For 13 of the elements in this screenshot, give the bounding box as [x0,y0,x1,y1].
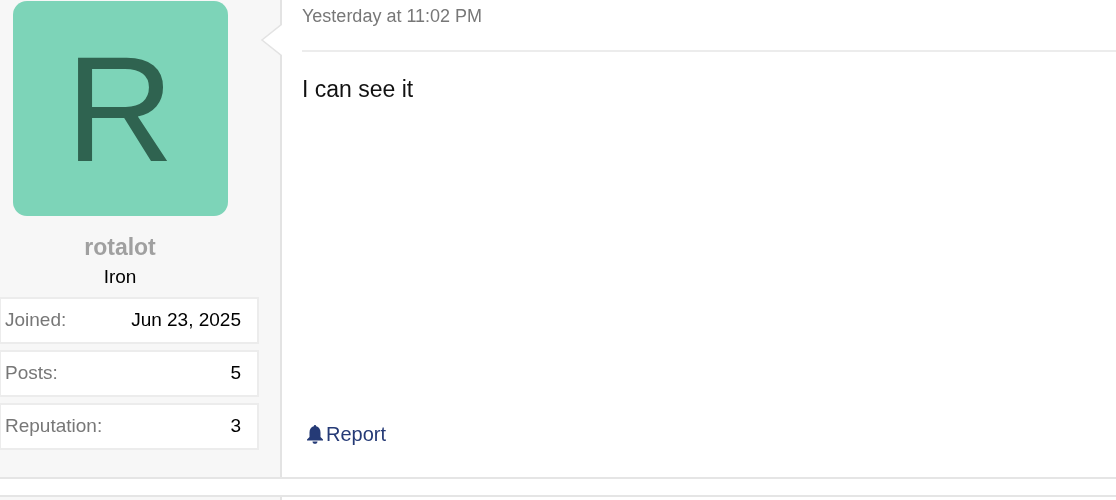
stat-label: Joined: [5,308,67,333]
post-text: I can see it [302,75,414,104]
stat-label: Reputation: [5,414,103,439]
report-link[interactable]: Report [306,421,387,447]
user-rank: Iron [103,265,137,289]
stat-label: Posts: [5,361,58,386]
stat-value: 3 [230,414,241,439]
stat-value: 5 [230,361,241,386]
post-timestamp[interactable]: Yesterday at 11:02 PM [302,0,483,28]
bell-icon [306,424,324,444]
username[interactable]: rotalot [84,232,156,262]
user-avatar[interactable]: R [12,1,228,216]
stat-value: Jun 23, 2025 [131,308,241,333]
